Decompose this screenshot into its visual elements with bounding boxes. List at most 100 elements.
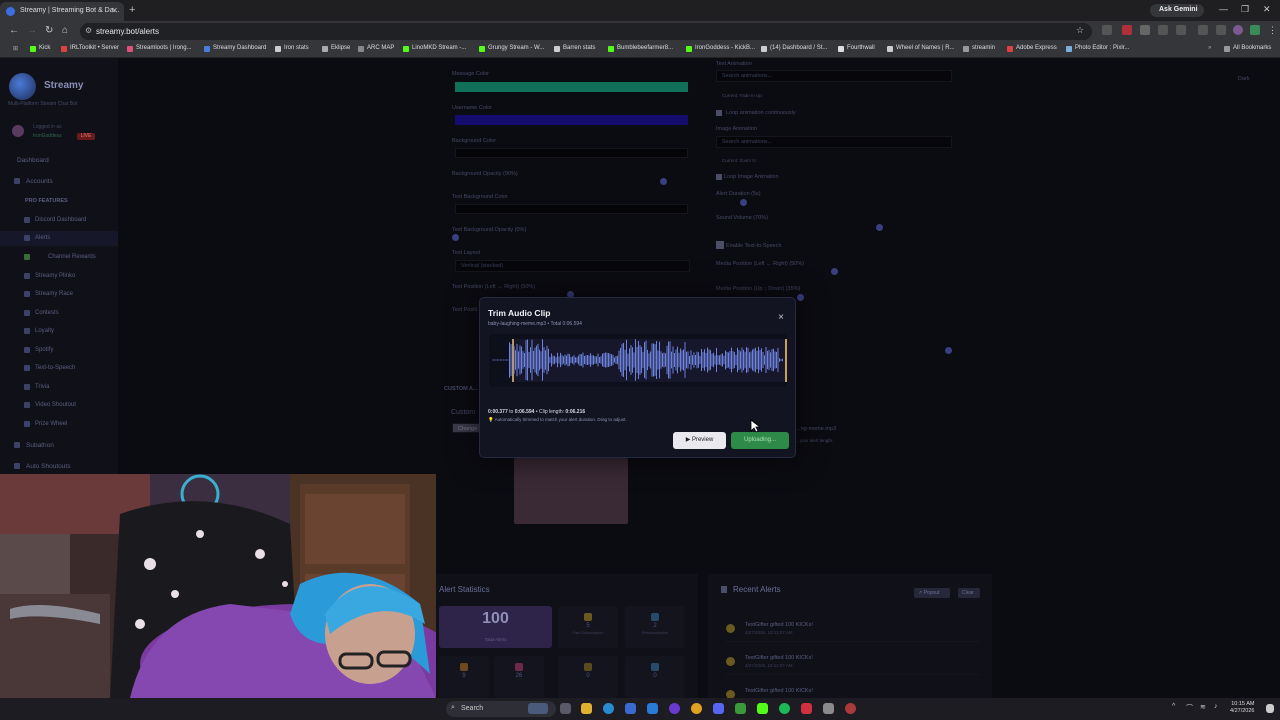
site-info-icon[interactable]: ⚙ [85,26,92,35]
change-button[interactable]: Change [452,423,480,433]
tray-chevron-icon[interactable]: ^ [1172,703,1175,710]
chrome-icon[interactable] [691,703,702,714]
waveform-editor[interactable] [489,334,787,387]
spotify-icon[interactable] [779,703,790,714]
text-layout-select[interactable]: Vertical (stacked) [455,260,690,272]
reload-icon[interactable]: ↻ [45,25,53,36]
bookmark-4[interactable]: Iron stats [275,45,309,52]
close-icon[interactable]: × [774,311,788,325]
bookmark-8[interactable]: Grungy Stream - W... [479,45,544,52]
extensions-puzzle-icon[interactable] [1176,25,1186,35]
all-bookmarks[interactable]: All Bookmarks [1224,45,1271,52]
bookmark-16[interactable]: Adobe Express [1007,45,1057,52]
bookmark-13[interactable]: Fourthwall [838,45,875,52]
extension-icon-2[interactable] [1140,25,1150,35]
obs-icon[interactable] [669,703,680,714]
wifi-icon[interactable]: ≋ [1200,703,1206,711]
sidebar-item-plinko[interactable]: Streamy Plinko [0,269,118,284]
sidebar-item-alerts[interactable]: Alerts [0,231,118,246]
excel-icon[interactable] [735,703,746,714]
bookmark-12[interactable]: (14) Dashboard / St... [761,45,827,52]
extension-badge-icon[interactable] [1122,25,1132,35]
loop-image-checkbox[interactable] [716,174,722,180]
settings-gear-icon[interactable] [823,703,834,714]
browser-tab[interactable]: Streamy | Streaming Bot & Da... ✕ [0,2,124,21]
update-icon[interactable] [1250,25,1260,35]
popout-button[interactable]: ↗ Popout [914,588,950,598]
sidebar-item-video-shoutout[interactable]: Video Shoutout [0,398,118,413]
profile-avatar-icon[interactable] [1233,25,1243,35]
bookmark-14[interactable]: Wheel of Names | R... [887,45,955,52]
bookmark-6[interactable]: ARC MAP [358,45,394,52]
bookmark-17[interactable]: Photo Editor : Pixlr... [1066,45,1129,52]
image-animation-search[interactable]: Search animations... [716,136,952,148]
edge-icon[interactable] [603,703,614,714]
username-color-swatch[interactable] [455,115,688,125]
enable-tts-checkbox[interactable] [716,241,724,249]
more-bookmarks-icon[interactable]: » [1199,45,1211,51]
message-color-swatch[interactable] [455,82,688,92]
kick-icon[interactable] [757,703,768,714]
menu-kebab-icon[interactable]: ⋮ [1268,25,1277,36]
extension-icon[interactable] [1102,25,1112,35]
new-tab-icon[interactable]: + [129,4,135,16]
download-icon[interactable] [1216,25,1226,35]
maximize-icon[interactable]: ❐ [1241,4,1249,15]
notification-icon[interactable] [1266,704,1274,713]
store-icon[interactable] [625,703,636,714]
system-clock[interactable]: 10:15 AM 4/27/2026 [1230,701,1254,715]
sidebar-item-race[interactable]: Streamy Race [0,287,118,302]
bookmark-star-icon[interactable]: ☆ [1076,25,1084,36]
bookmark-0[interactable]: Kick [30,45,50,52]
discord-icon[interactable] [713,703,724,714]
bookmark-3[interactable]: Streamy Dashboard [204,45,266,52]
sidebar-item-contests[interactable]: Contests [0,306,118,321]
close-window-icon[interactable]: ✕ [1263,4,1271,15]
text-bg-opacity-slider[interactable] [452,234,459,241]
sidebar-item-auto-shoutouts[interactable]: Auto Shoutouts [0,459,118,474]
sidebar-item-loyalty[interactable]: Loyalty [0,324,118,339]
forward-icon[interactable]: → [27,25,37,36]
apps-icon[interactable]: ⊞ [4,45,18,52]
sound-volume-slider[interactable] [876,224,883,231]
bookmark-11[interactable]: IronGoddess - KickB... [686,45,755,52]
sidebar-item-trivia[interactable]: Trivia [0,380,118,395]
sidebar-item-subathon[interactable]: Subathon [0,438,118,453]
trim-selection-range[interactable] [512,339,787,382]
bookmark-folder-15[interactable]: streamin [963,45,995,52]
sidebar-item-channel-rewards[interactable]: Channel Rewards [0,250,118,265]
clear-button[interactable]: Clear [958,588,980,598]
network-icon[interactable]: ⌒ [1186,703,1193,713]
bookmark-10[interactable]: Bumblebeefarmer8... [608,45,673,52]
mail-icon[interactable] [647,703,658,714]
bookmark-7[interactable]: LinoMKD Stream -... [403,45,466,52]
address-bar[interactable]: ⚙ streamy.bot/alerts [80,23,1092,40]
sidebar-item-spotify[interactable]: Spotify [0,343,118,358]
dark-mode-toggle[interactable]: Dark [1238,76,1250,82]
uploading-button[interactable]: Uploading... [731,432,789,449]
home-icon[interactable]: ⌂ [62,25,68,36]
loop-animation-checkbox[interactable] [716,110,722,116]
preview-button[interactable]: ▶ Preview [673,432,726,449]
volume-icon[interactable]: ♪ [1214,703,1218,710]
sidepanel-icon[interactable] [1198,25,1208,35]
app-icon-circle[interactable] [845,703,856,714]
alert-duration-slider[interactable] [740,199,747,206]
task-view-icon[interactable] [560,703,571,714]
text-bg-color-swatch[interactable] [455,204,688,214]
widgets-icon[interactable] [528,703,548,714]
sidebar-item-accounts[interactable]: Accounts [0,174,118,189]
close-tab-icon[interactable]: ✕ [111,6,118,15]
sidebar-item-discord[interactable]: Discord Dashboard [0,213,118,228]
bookmark-2[interactable]: Streamloots | Irong... [127,45,192,52]
sidebar-item-prize-wheel[interactable]: Prize Wheel [0,417,118,432]
sidebar-item-dashboard[interactable]: Dashboard [0,153,118,168]
bookmark-9[interactable]: Barren stats [554,45,595,52]
app-icon-red[interactable] [801,703,812,714]
file-explorer-icon[interactable] [581,703,592,714]
background-color-swatch[interactable] [455,148,688,158]
extra-slider[interactable] [945,347,952,354]
background-opacity-slider[interactable] [660,178,667,185]
media-position-ud-slider[interactable] [797,294,804,301]
back-icon[interactable]: ← [9,25,19,36]
